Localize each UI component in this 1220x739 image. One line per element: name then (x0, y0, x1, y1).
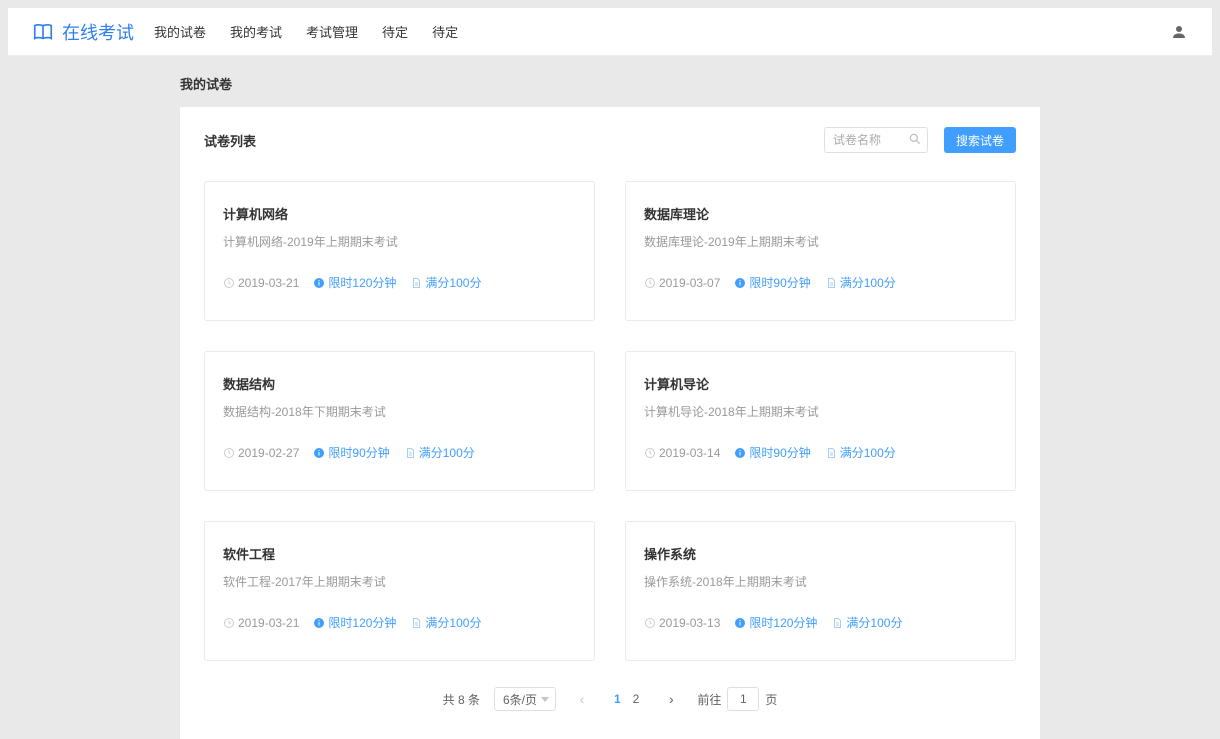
card-limit: 限时120分钟 (313, 614, 396, 631)
card-date: 2019-03-14 (644, 446, 720, 460)
exam-card[interactable]: 数据库理论数据库理论-2019年上期期末考试 2019-03-07 限时90分钟满分… (625, 181, 1016, 321)
card-meta: 2019-03-14 限时90分钟满分100分 (644, 444, 997, 461)
search-box (824, 127, 928, 153)
search-input[interactable] (824, 127, 928, 153)
card-desc: 操作系统-2018年上期期末考试 (644, 573, 997, 590)
info-icon (313, 277, 325, 289)
pagination-total: 共 8 条 (443, 691, 480, 708)
document-icon (831, 617, 843, 629)
page-numbers: 12 (608, 692, 645, 706)
panel: 试卷列表 搜索试卷 计算机网络计算机网络-2019年上期期末考试 2019-03-… (180, 107, 1040, 739)
document-icon (825, 277, 837, 289)
card-grid: 计算机网络计算机网络-2019年上期期末考试2019-03-21限时120分钟满… (204, 181, 1016, 661)
user-icon[interactable] (1170, 23, 1188, 41)
page-number[interactable]: 1 (608, 692, 627, 706)
info-icon (734, 617, 746, 629)
card-title: 数据库理论 (644, 204, 997, 223)
main-container: 我的试卷 试卷列表 搜索试卷 计算机网络计算机网络-2019年上期期末考试 201… (180, 56, 1040, 739)
logo[interactable]: 在线考试 (32, 19, 134, 45)
nav-item[interactable]: 待定 (432, 22, 458, 41)
card-score: 满分100分 (825, 274, 896, 291)
card-limit: 限时90分钟 (734, 274, 810, 291)
card-title: 计算机网络 (223, 204, 576, 223)
list-label: 试卷列表 (204, 131, 824, 150)
search-wrap: 搜索试卷 (824, 127, 1016, 153)
clock-icon (223, 617, 235, 629)
page-number[interactable]: 2 (627, 692, 646, 706)
page-size-select[interactable]: 6条/页 (494, 687, 556, 711)
next-page-button[interactable]: › (659, 687, 683, 711)
card-score: 满分100分 (410, 274, 481, 291)
clock-icon (644, 277, 656, 289)
prev-page-button[interactable]: ‹ (570, 687, 594, 711)
card-desc: 计算机网络-2019年上期期末考试 (223, 233, 576, 250)
card-limit: 限时90分钟 (313, 444, 389, 461)
card-date: 2019-03-13 (644, 616, 720, 630)
card-title: 计算机导论 (644, 374, 997, 393)
card-meta: 2019-03-07 限时90分钟满分100分 (644, 274, 997, 291)
card-date: 2019-02-27 (223, 446, 299, 460)
search-button[interactable]: 搜索试卷 (944, 127, 1016, 153)
nav-item[interactable]: 考试管理 (306, 22, 358, 41)
document-icon (825, 447, 837, 459)
card-limit: 限时90分钟 (734, 444, 810, 461)
clock-icon (644, 447, 656, 459)
jump-to: 前往 页 (697, 687, 777, 711)
clock-icon (223, 447, 235, 459)
nav-item[interactable]: 我的试卷 (154, 22, 206, 41)
card-score: 满分100分 (825, 444, 896, 461)
info-icon (313, 617, 325, 629)
document-icon (410, 617, 422, 629)
clock-icon (223, 277, 235, 289)
info-icon (313, 447, 325, 459)
card-title: 软件工程 (223, 544, 576, 563)
card-desc: 计算机导论-2018年上期期末考试 (644, 403, 997, 420)
panel-head: 试卷列表 搜索试卷 (204, 127, 1016, 153)
info-icon (734, 277, 746, 289)
card-limit: 限时120分钟 (313, 274, 396, 291)
jump-prefix: 前往 (697, 691, 721, 708)
nav: 我的试卷 我的考试 考试管理 待定 待定 (154, 22, 1170, 41)
nav-item[interactable]: 待定 (382, 22, 408, 41)
card-score: 满分100分 (404, 444, 475, 461)
book-icon (32, 21, 54, 43)
card-meta: 2019-02-27 限时90分钟满分100分 (223, 444, 576, 461)
card-desc: 数据库理论-2019年上期期末考试 (644, 233, 997, 250)
card-desc: 软件工程-2017年上期期末考试 (223, 573, 576, 590)
document-icon (404, 447, 416, 459)
brand-text: 在线考试 (62, 19, 134, 45)
card-desc: 数据结构-2018年下期期末考试 (223, 403, 576, 420)
clock-icon (644, 617, 656, 629)
nav-item[interactable]: 我的考试 (230, 22, 282, 41)
card-limit: 限时120分钟 (734, 614, 817, 631)
card-title: 操作系统 (644, 544, 997, 563)
page-title: 我的试卷 (180, 56, 1040, 107)
card-score: 满分100分 (831, 614, 902, 631)
jump-input[interactable] (727, 687, 759, 711)
jump-suffix: 页 (765, 691, 777, 708)
exam-card[interactable]: 计算机网络计算机网络-2019年上期期末考试 2019-03-21 限时120分钟满… (204, 181, 595, 321)
card-date: 2019-03-07 (644, 276, 720, 290)
card-score: 满分100分 (410, 614, 481, 631)
card-meta: 2019-03-21 限时120分钟满分100分 (223, 614, 576, 631)
exam-card[interactable]: 计算机导论计算机导论-2018年上期期末考试 2019-03-14 限时90分钟满分… (625, 351, 1016, 491)
pagination: 共 8 条 6条/页 ‹ 12 › 前往 页 (204, 687, 1016, 711)
card-meta: 2019-03-21 限时120分钟满分100分 (223, 274, 576, 291)
card-date: 2019-03-21 (223, 616, 299, 630)
exam-card[interactable]: 软件工程软件工程-2017年上期期末考试 2019-03-21 限时120分钟满分1… (204, 521, 595, 661)
header: 在线考试 我的试卷 我的考试 考试管理 待定 待定 (8, 8, 1212, 56)
document-icon (410, 277, 422, 289)
info-icon (734, 447, 746, 459)
card-title: 数据结构 (223, 374, 576, 393)
exam-card[interactable]: 数据结构数据结构-2018年下期期末考试 2019-02-27 限时90分钟满分10… (204, 351, 595, 491)
exam-card[interactable]: 操作系统操作系统-2018年上期期末考试 2019-03-13 限时120分钟满分1… (625, 521, 1016, 661)
card-meta: 2019-03-13 限时120分钟满分100分 (644, 614, 997, 631)
card-date: 2019-03-21 (223, 276, 299, 290)
